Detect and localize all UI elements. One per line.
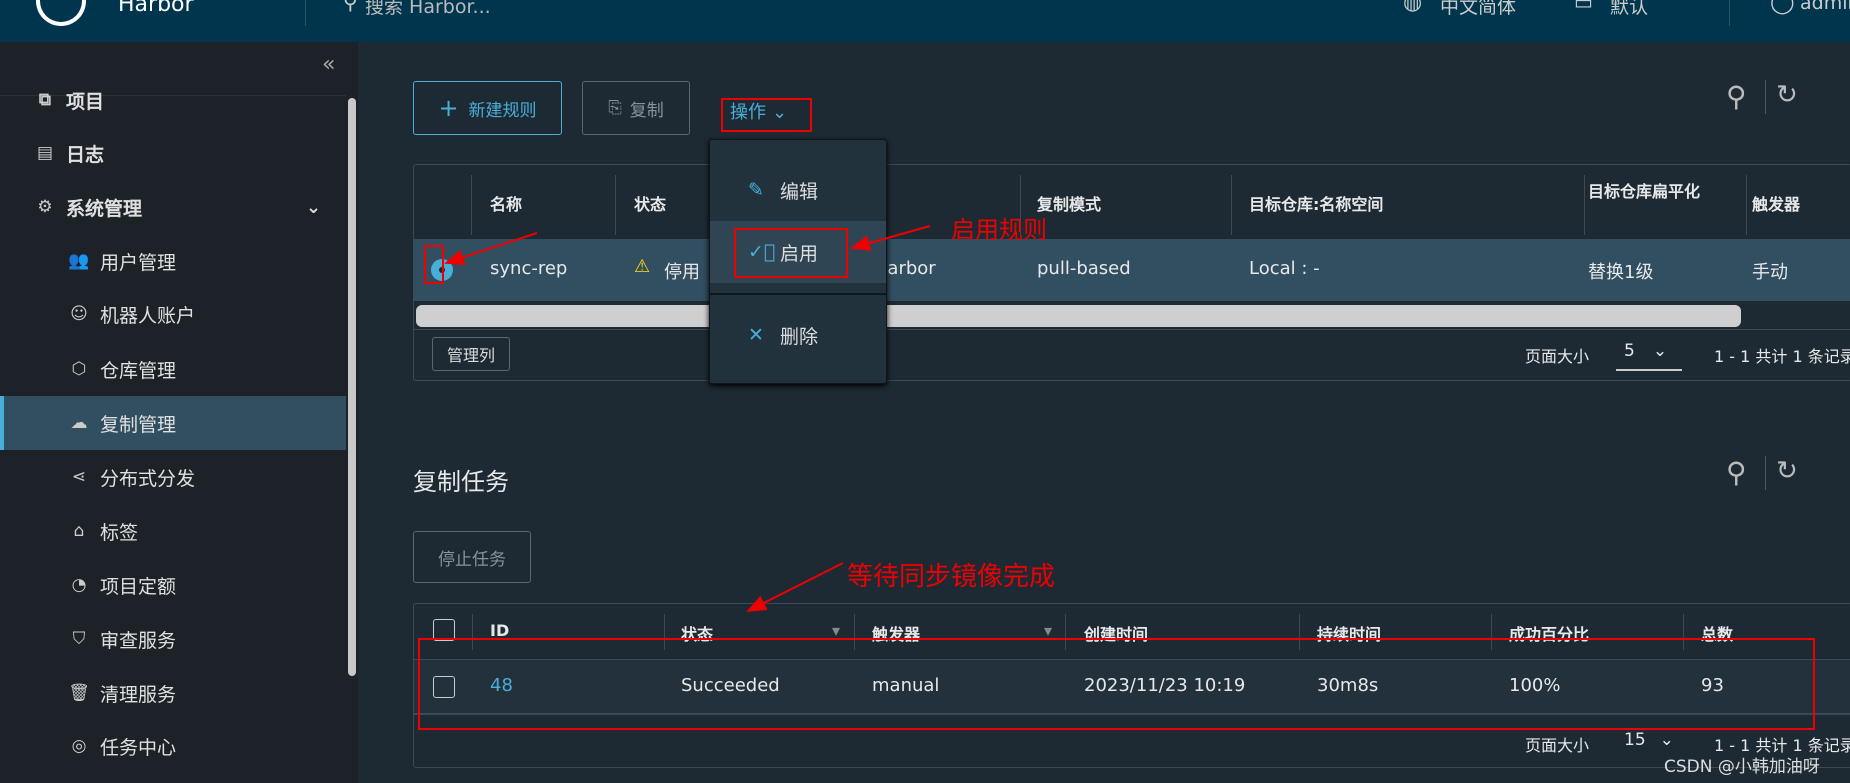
arrow-to-status — [746, 562, 844, 612]
arrow-to-radio — [444, 232, 538, 265]
arrow-to-enable — [850, 225, 931, 251]
annotation-arrows — [444, 225, 931, 612]
